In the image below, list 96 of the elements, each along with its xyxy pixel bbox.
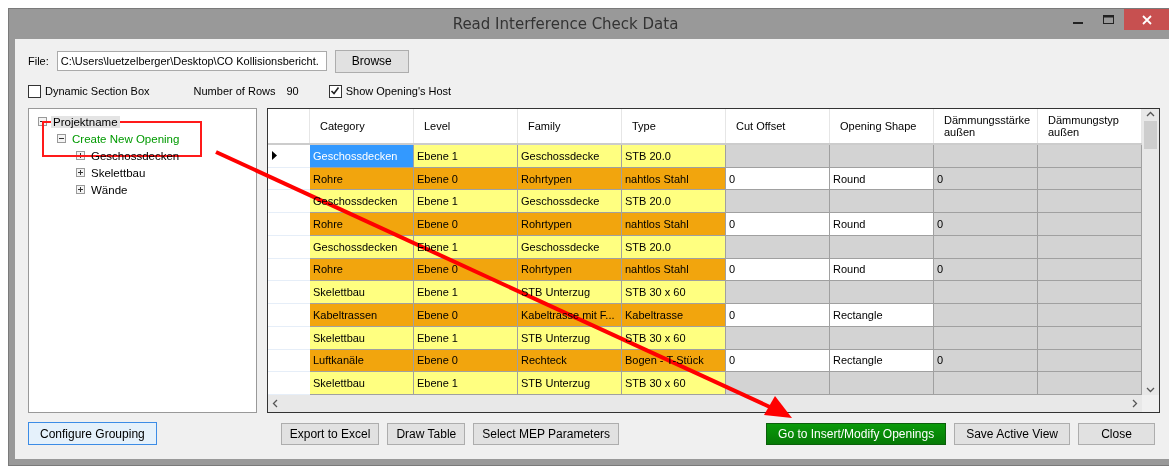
toolbar-button[interactable]: Export to Excel bbox=[280, 422, 380, 445]
table-cell: Rechteck bbox=[518, 349, 622, 373]
configure-grouping-button[interactable]: Configure Grouping bbox=[28, 422, 157, 445]
table-cell: nahtlos Stahl bbox=[622, 258, 726, 282]
checkbox-label: Show Opening's Host bbox=[345, 85, 452, 97]
column-header[interactable]: Dämmungsstärke außen bbox=[934, 109, 1038, 143]
tree-item[interactable]: Create New Opening bbox=[70, 132, 182, 145]
vertical-scrollbar[interactable] bbox=[1142, 109, 1159, 395]
table-cell: 0 bbox=[726, 258, 830, 282]
table-cell: Skelettbau bbox=[310, 281, 414, 305]
table-cell: nahtlos Stahl bbox=[622, 213, 726, 236]
table-cell: Geschossdecke bbox=[518, 235, 622, 259]
scroll-up-icon[interactable] bbox=[1146, 111, 1155, 117]
close-icon bbox=[1141, 14, 1152, 25]
scroll-thumb[interactable] bbox=[1144, 121, 1157, 149]
column-header[interactable]: Opening Shape bbox=[830, 109, 934, 143]
table-cell: STB Unterzug bbox=[518, 281, 622, 305]
table-cell: Kabeltrassen bbox=[310, 304, 414, 327]
file-label: File: bbox=[28, 55, 49, 67]
horizontal-scrollbar[interactable] bbox=[268, 395, 1142, 412]
expand-icon[interactable] bbox=[76, 168, 85, 177]
table-cell: Rectangle bbox=[830, 349, 934, 373]
scroll-down-icon[interactable] bbox=[1146, 387, 1155, 393]
close-button[interactable] bbox=[1124, 9, 1169, 30]
table-cell: Round bbox=[830, 258, 934, 282]
table-cell: Ebene 0 bbox=[414, 213, 518, 236]
column-header[interactable]: Family bbox=[518, 109, 622, 143]
toolbar-button[interactable]: Select MEP Parameters bbox=[473, 422, 620, 445]
table-cell: Rohrtypen bbox=[518, 213, 622, 236]
table-cell: Rohre bbox=[310, 213, 414, 236]
file-path-field[interactable]: C:\Users\luetzelberger\Desktop\CO Kollisionsbericht. bbox=[56, 51, 327, 71]
checkbox[interactable] bbox=[28, 84, 41, 98]
table-cell: nahtlos Stahl bbox=[622, 167, 726, 191]
table-cell: 0 bbox=[726, 304, 830, 327]
row-header[interactable] bbox=[268, 144, 310, 168]
table-cell: 0 bbox=[726, 213, 830, 236]
row-header[interactable] bbox=[268, 190, 310, 214]
column-header[interactable]: Cut Offset bbox=[726, 109, 830, 143]
table-cell: Round bbox=[830, 213, 934, 236]
checkbox-label: Dynamic Section Box bbox=[45, 85, 150, 97]
table-cell: Round bbox=[830, 167, 934, 191]
table-cell: Ebene 1 bbox=[414, 372, 518, 395]
collapse-icon[interactable] bbox=[57, 134, 66, 143]
table-cell: Ebene 0 bbox=[414, 167, 518, 191]
table-cell: Rohre bbox=[310, 258, 414, 282]
scroll-right-icon[interactable] bbox=[1132, 399, 1138, 408]
row-count-value: 90 bbox=[286, 85, 299, 97]
table-cell: STB 30 x 60 bbox=[622, 281, 726, 305]
table-cell: 0 bbox=[726, 167, 830, 191]
table-cell: Rectangle bbox=[830, 304, 934, 327]
table-cell: Rohrtypen bbox=[518, 258, 622, 282]
table-cell: 0 bbox=[726, 349, 830, 373]
table-cell: Rohre bbox=[310, 167, 414, 191]
table-cell: STB 20.0 bbox=[622, 144, 726, 168]
table-cell: 0 bbox=[934, 258, 1038, 282]
table-cell: STB 20.0 bbox=[622, 235, 726, 259]
checkbox[interactable] bbox=[328, 84, 342, 98]
primary-button[interactable]: Go to Insert/Modify Openings bbox=[766, 422, 947, 445]
dialog-button[interactable]: Close bbox=[1078, 422, 1155, 445]
maximize-icon bbox=[1102, 14, 1114, 25]
expand-icon[interactable] bbox=[76, 151, 85, 160]
table-cell: 0 bbox=[934, 349, 1038, 373]
table-cell: Geschossdecken bbox=[310, 144, 414, 168]
table-cell: Luftkanäle bbox=[310, 349, 414, 373]
table-cell: Skelettbau bbox=[310, 372, 414, 395]
window-title: Read Interference Check Data bbox=[451, 15, 680, 33]
table-cell: Rohrtypen bbox=[518, 167, 622, 191]
table-cell: 0 bbox=[934, 167, 1038, 191]
table-cell: Ebene 0 bbox=[414, 349, 518, 373]
browse-button[interactable]: Browse bbox=[334, 49, 409, 73]
collapse-icon[interactable] bbox=[38, 117, 47, 126]
column-header[interactable]: Level bbox=[414, 109, 518, 143]
toolbar-button[interactable]: Draw Table bbox=[387, 422, 466, 445]
row-count-label: Number of Rows bbox=[193, 85, 276, 97]
expand-icon[interactable] bbox=[76, 185, 85, 194]
table-cell: Geschossdecke bbox=[518, 190, 622, 214]
dialog-button[interactable]: Save Active View bbox=[954, 422, 1070, 445]
tree-item[interactable]: Wände bbox=[89, 183, 130, 196]
table-cell: Skelettbau bbox=[310, 326, 414, 350]
table-cell: STB 20.0 bbox=[622, 190, 726, 214]
table-cell: Ebene 1 bbox=[414, 281, 518, 305]
table-cell: STB 30 x 60 bbox=[622, 372, 726, 395]
minimize-icon bbox=[1073, 22, 1083, 24]
table-cell: Kabeltrasse bbox=[622, 304, 726, 327]
table-cell: STB Unterzug bbox=[518, 372, 622, 395]
table-cell: Ebene 1 bbox=[414, 190, 518, 214]
column-header[interactable]: Category bbox=[310, 109, 414, 143]
table-cell: Geschossdecke bbox=[518, 144, 622, 168]
table-cell: Ebene 1 bbox=[414, 326, 518, 350]
tree-item[interactable]: Skelettbau bbox=[89, 166, 148, 179]
scroll-left-icon[interactable] bbox=[272, 399, 278, 408]
table-cell: Ebene 0 bbox=[414, 304, 518, 327]
table-cell: Ebene 1 bbox=[414, 144, 518, 168]
column-header[interactable]: Type bbox=[622, 109, 726, 143]
table-cell: 0 bbox=[934, 213, 1038, 236]
tree-item[interactable]: Projektname bbox=[51, 115, 120, 128]
